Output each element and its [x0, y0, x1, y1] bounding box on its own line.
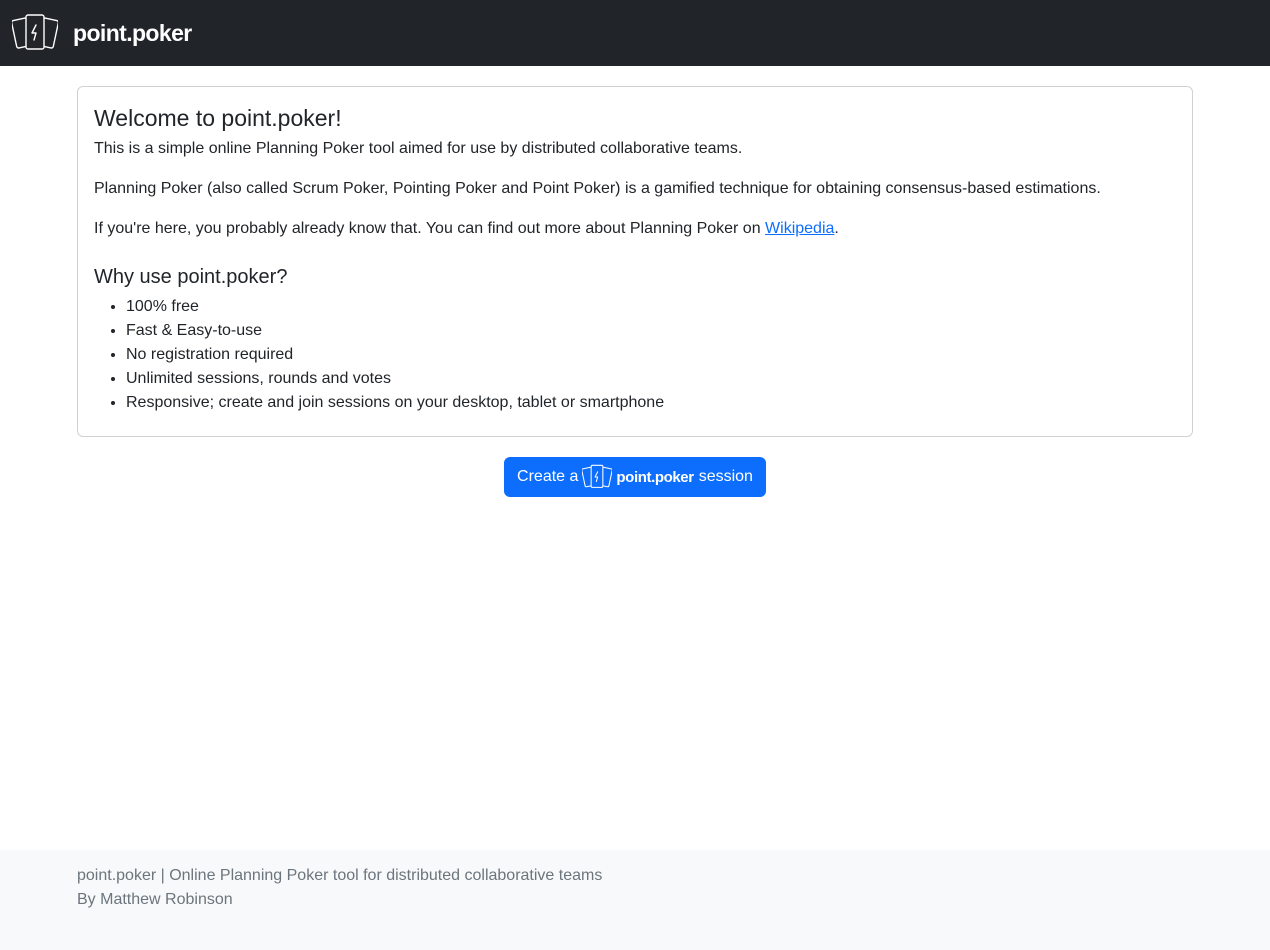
create-session-button[interactable]: Create a point.poker session — [504, 457, 766, 497]
list-item: Unlimited sessions, rounds and votes — [126, 367, 1176, 391]
more-info-prefix: If you're here, you probably already kno… — [94, 220, 766, 237]
intro-text: This is a simple online Planning Poker t… — [94, 140, 743, 157]
cards-icon — [582, 464, 613, 488]
top-navbar: point.poker — [0, 0, 1270, 66]
cta-brand-wordmark: point.poker — [616, 468, 694, 486]
footer-author: By Matthew Robinson — [77, 891, 233, 908]
cta-suffix: session — [698, 468, 753, 485]
more-info-text: If you're here, you probably already kno… — [94, 217, 1176, 241]
more-info-suffix: . — [834, 220, 839, 237]
cards-icon — [12, 14, 58, 50]
reasons-list: 100% free Fast & Easy-to-use No registra… — [94, 295, 1176, 415]
why-title: Why use point.poker? — [94, 266, 288, 288]
page-footer: point.poker | Online Planning Poker tool… — [0, 850, 1270, 950]
welcome-card: Welcome to point.poker! This is a simple… — [77, 86, 1193, 437]
wikipedia-link[interactable]: Wikipedia — [765, 220, 834, 237]
cta-prefix: Create a — [517, 468, 579, 485]
definition-text: Planning Poker (also called Scrum Poker,… — [94, 180, 1101, 197]
welcome-title: Welcome to point.poker! — [94, 105, 342, 131]
list-item: 100% free — [126, 295, 1176, 319]
brand-wordmark: point.poker — [73, 19, 192, 46]
footer-tagline: point.poker | Online Planning Poker tool… — [77, 867, 603, 884]
cta-container: Create a point.poker session — [0, 457, 1270, 497]
list-item: Fast & Easy-to-use — [126, 319, 1176, 343]
brand-link[interactable]: point.poker — [12, 13, 192, 53]
list-item: Responsive; create and join sessions on … — [126, 391, 1176, 415]
list-item: No registration required — [126, 343, 1176, 367]
